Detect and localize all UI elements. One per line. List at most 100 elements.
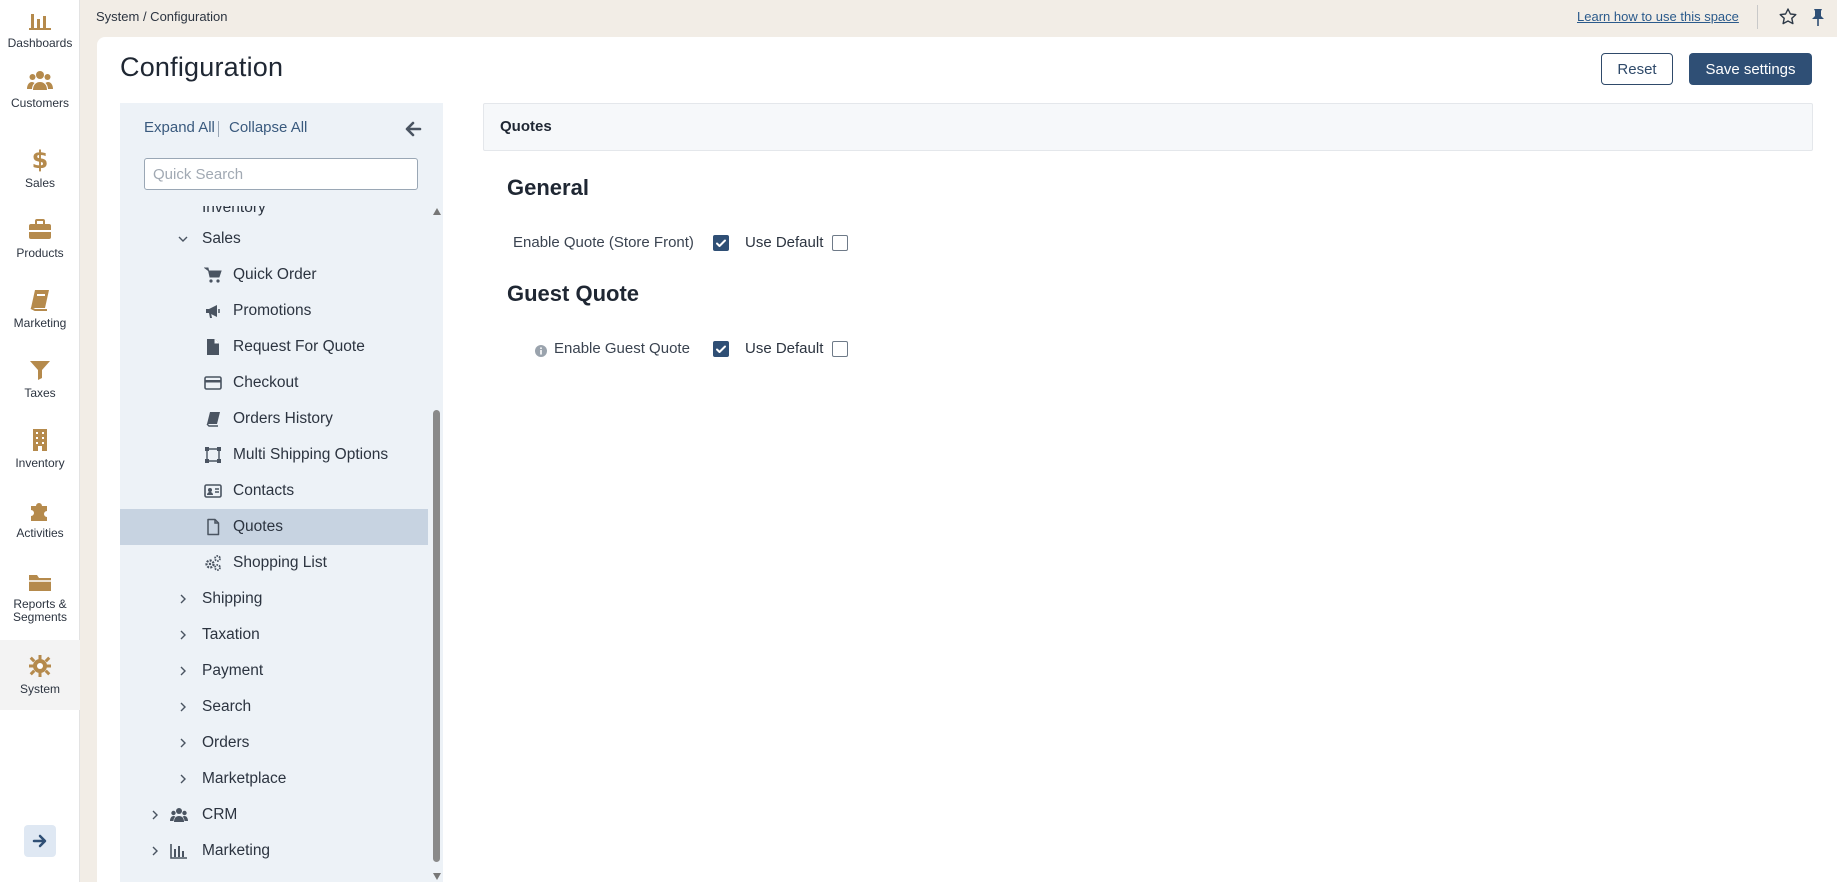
nav-label: Activities <box>16 526 64 540</box>
nav-item-customers[interactable]: Customers <box>0 68 80 110</box>
nav-label: Reports & <box>13 597 67 611</box>
quick-search-input[interactable] <box>144 158 418 190</box>
tree-item-label: Checkout <box>233 374 299 391</box>
collapse-tree-button[interactable] <box>403 119 423 139</box>
tree-item-promotions[interactable]: Promotions <box>120 293 428 329</box>
collapse-all-link[interactable]: Collapse All <box>229 119 307 136</box>
address-card-icon <box>204 484 222 498</box>
tree-item-search[interactable]: Search <box>120 689 428 725</box>
nav-item-system[interactable]: System <box>0 640 80 710</box>
use-default-label: Use Default <box>745 340 824 357</box>
chart-bar-icon <box>170 844 187 859</box>
tree-item-taxation[interactable]: Taxation <box>120 617 428 653</box>
tree-item-contacts[interactable]: Contacts <box>120 473 428 509</box>
learn-link[interactable]: Learn how to use this space <box>1577 9 1739 24</box>
tree-item-shopping-list[interactable]: Shopping List <box>120 545 428 581</box>
tree-item-label: Orders History <box>233 410 333 427</box>
section-title: Quotes <box>500 118 552 135</box>
tree-item-label: Search <box>202 698 252 715</box>
file-icon <box>207 339 219 355</box>
nav-item-dashboards[interactable]: Dashboards <box>0 8 80 50</box>
divider <box>218 121 219 137</box>
chevron-right-icon <box>152 846 158 856</box>
nav-label: Segments <box>12 610 68 624</box>
group-title-general: General <box>507 175 589 200</box>
main-panel: Configuration Reset Save settings Expand… <box>97 37 1837 882</box>
expand-all-link[interactable]: Expand All <box>144 119 215 136</box>
chevron-right-icon <box>180 738 186 748</box>
enable-guest-quote-label: Enable Guest Quote <box>554 340 690 357</box>
tree-item-multi-shipping-options[interactable]: Multi Shipping Options <box>120 437 428 473</box>
tree-item-request-for-quote[interactable]: Request For Quote <box>120 329 428 365</box>
nav-label: Products <box>16 246 64 260</box>
nav-item-sales[interactable]: $ Sales <box>0 148 80 190</box>
tree-item-quick-order[interactable]: Quick Order <box>120 257 428 293</box>
tree-item-orders-history[interactable]: Orders History <box>120 401 428 437</box>
book-icon <box>30 290 49 311</box>
check-icon <box>716 239 726 247</box>
tree-item-label: Taxation <box>202 626 260 643</box>
save-settings-button[interactable]: Save settings <box>1689 53 1812 85</box>
tree-item-sales[interactable]: Sales <box>120 221 428 257</box>
use-default-checkbox[interactable] <box>832 341 848 357</box>
nav-label: Dashboards <box>7 36 73 50</box>
tree-item-quotes[interactable]: Quotes <box>120 509 428 545</box>
configuration-tree: Expand All Collapse All Inventory Sales … <box>120 103 443 882</box>
arrow-right-icon <box>32 834 47 848</box>
svg-text:$: $ <box>32 148 49 172</box>
users-icon <box>27 71 53 90</box>
chevron-right-icon <box>152 810 158 820</box>
cart-icon <box>204 267 222 283</box>
megaphone-icon <box>206 305 220 318</box>
section-header: Quotes <box>483 103 1813 151</box>
puzzle-icon <box>31 503 47 521</box>
tree-item-crm[interactable]: CRM <box>120 797 428 833</box>
tree-item-label: Shipping <box>202 590 263 607</box>
top-bar: System / Configuration Learn how to use … <box>80 0 1837 34</box>
tree-item-label: Sales <box>202 230 241 247</box>
nav-label: Marketing <box>13 316 67 330</box>
chevron-right-icon <box>180 666 186 676</box>
nav-item-marketing[interactable]: Marketing <box>0 288 80 330</box>
chevron-right-icon <box>180 630 186 640</box>
scroll-thumb[interactable] <box>433 410 440 862</box>
reset-button[interactable]: Reset <box>1601 53 1673 85</box>
tree-item-payment[interactable]: Payment <box>120 653 428 689</box>
nav-item-reports-segments[interactable]: Reports & Segments <box>0 570 80 624</box>
tree-item-marketing[interactable]: Marketing <box>120 833 428 869</box>
tree-item-orders[interactable]: Orders <box>120 725 428 761</box>
gear-icon <box>29 655 51 677</box>
scroll-up-arrow[interactable] <box>433 208 441 215</box>
nav-label: Customers <box>10 96 69 110</box>
tree-item-label: Orders <box>202 734 250 751</box>
tree-scrollbar[interactable] <box>432 206 442 882</box>
nav-item-taxes[interactable]: Taxes <box>0 358 80 400</box>
tree-item-checkout[interactable]: Checkout <box>120 365 428 401</box>
nav-label: Taxes <box>24 386 56 400</box>
gears-icon <box>205 555 221 571</box>
nav-item-inventory[interactable]: Inventory <box>0 428 80 470</box>
tree-item-label: Quotes <box>233 518 283 535</box>
pin-button[interactable] <box>1808 7 1828 27</box>
nav-item-products[interactable]: Products <box>0 218 80 260</box>
use-default-checkbox[interactable] <box>832 235 848 251</box>
scroll-down-arrow[interactable] <box>433 873 441 880</box>
book-icon <box>206 412 220 427</box>
arrow-left-icon <box>405 121 422 137</box>
tree-item-label: Payment <box>202 662 264 679</box>
group-title-guest-quote: Guest Quote <box>507 281 640 306</box>
tree-item-label: Quick Order <box>233 266 317 283</box>
chevron-right-icon <box>180 594 186 604</box>
nav-label: Inventory <box>15 456 65 470</box>
tree-item-shipping[interactable]: Shipping <box>120 581 428 617</box>
users-icon <box>170 808 188 822</box>
tree-item-marketplace[interactable]: Marketplace <box>120 761 428 797</box>
tree-item-label: Promotions <box>233 302 312 319</box>
nav-label: System <box>19 682 60 696</box>
expand-nav-button[interactable] <box>24 825 56 857</box>
enable-guest-quote-checkbox[interactable] <box>713 341 729 357</box>
enable-quote-checkbox[interactable] <box>713 235 729 251</box>
nav-item-activities[interactable]: Activities <box>0 498 80 540</box>
favorite-button[interactable] <box>1778 7 1798 27</box>
star-icon <box>1779 8 1797 25</box>
